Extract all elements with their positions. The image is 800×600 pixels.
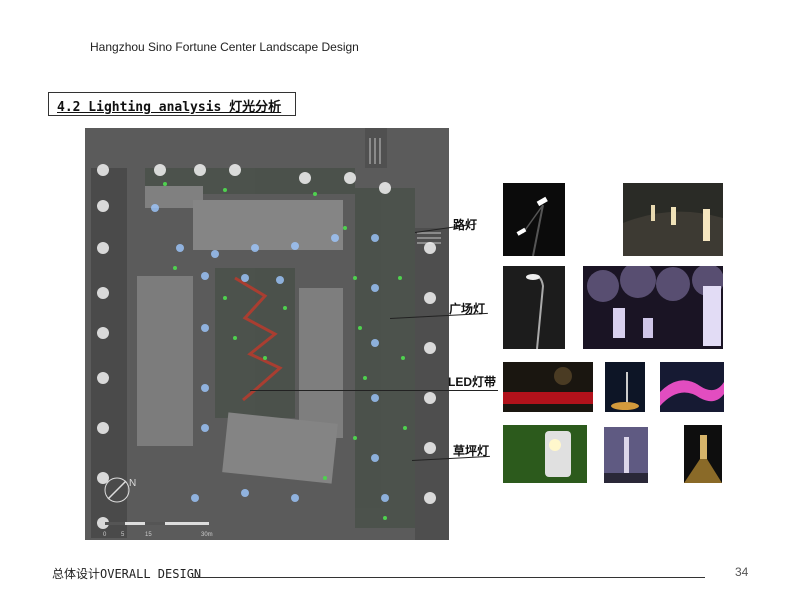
- photo-lawn-lamp-1: [503, 425, 587, 483]
- photo-street-lamp-1: [503, 183, 565, 256]
- north-label: N: [129, 478, 136, 489]
- scale-bar: [105, 522, 209, 525]
- callout-line-led: [250, 390, 498, 391]
- label-plaza-lamp: 广场灯: [449, 302, 486, 316]
- building-west: [137, 276, 193, 446]
- photo-led-garden: [503, 362, 593, 412]
- project-title: Hangzhou Sino Fortune Center Landscape D…: [90, 40, 359, 54]
- label-led-strip: LED灯带: [448, 375, 497, 389]
- photo-plaza-lamp-1: [503, 266, 565, 349]
- photo-landscape-bollards: [623, 183, 723, 256]
- photo-led-lamp-post: [605, 362, 645, 412]
- footer-divider: [193, 577, 705, 578]
- page-number: 34: [735, 565, 749, 579]
- photo-lawn-lamp-3: [684, 425, 722, 483]
- scale-tick-15: 15: [145, 532, 152, 538]
- label-lawn-lamp: 草坪灯: [453, 444, 490, 458]
- label-street-lamp: 路灯: [453, 218, 478, 232]
- photo-plaza-trees: [583, 266, 723, 349]
- photo-led-pink-path: [660, 362, 724, 412]
- road-west: [91, 168, 127, 538]
- building-north: [193, 200, 343, 250]
- section-title: 4.2 Lighting analysis 灯光分析: [48, 92, 296, 116]
- building-central: [299, 288, 343, 438]
- photo-lawn-lamp-2: [604, 427, 648, 483]
- scale-tick-30: 30m: [201, 532, 213, 538]
- footer-section-label: 总体设计OVERALL DESIGN: [52, 567, 202, 581]
- building-south: [222, 412, 338, 484]
- site-plan: N 0 5 15 30m: [85, 128, 449, 540]
